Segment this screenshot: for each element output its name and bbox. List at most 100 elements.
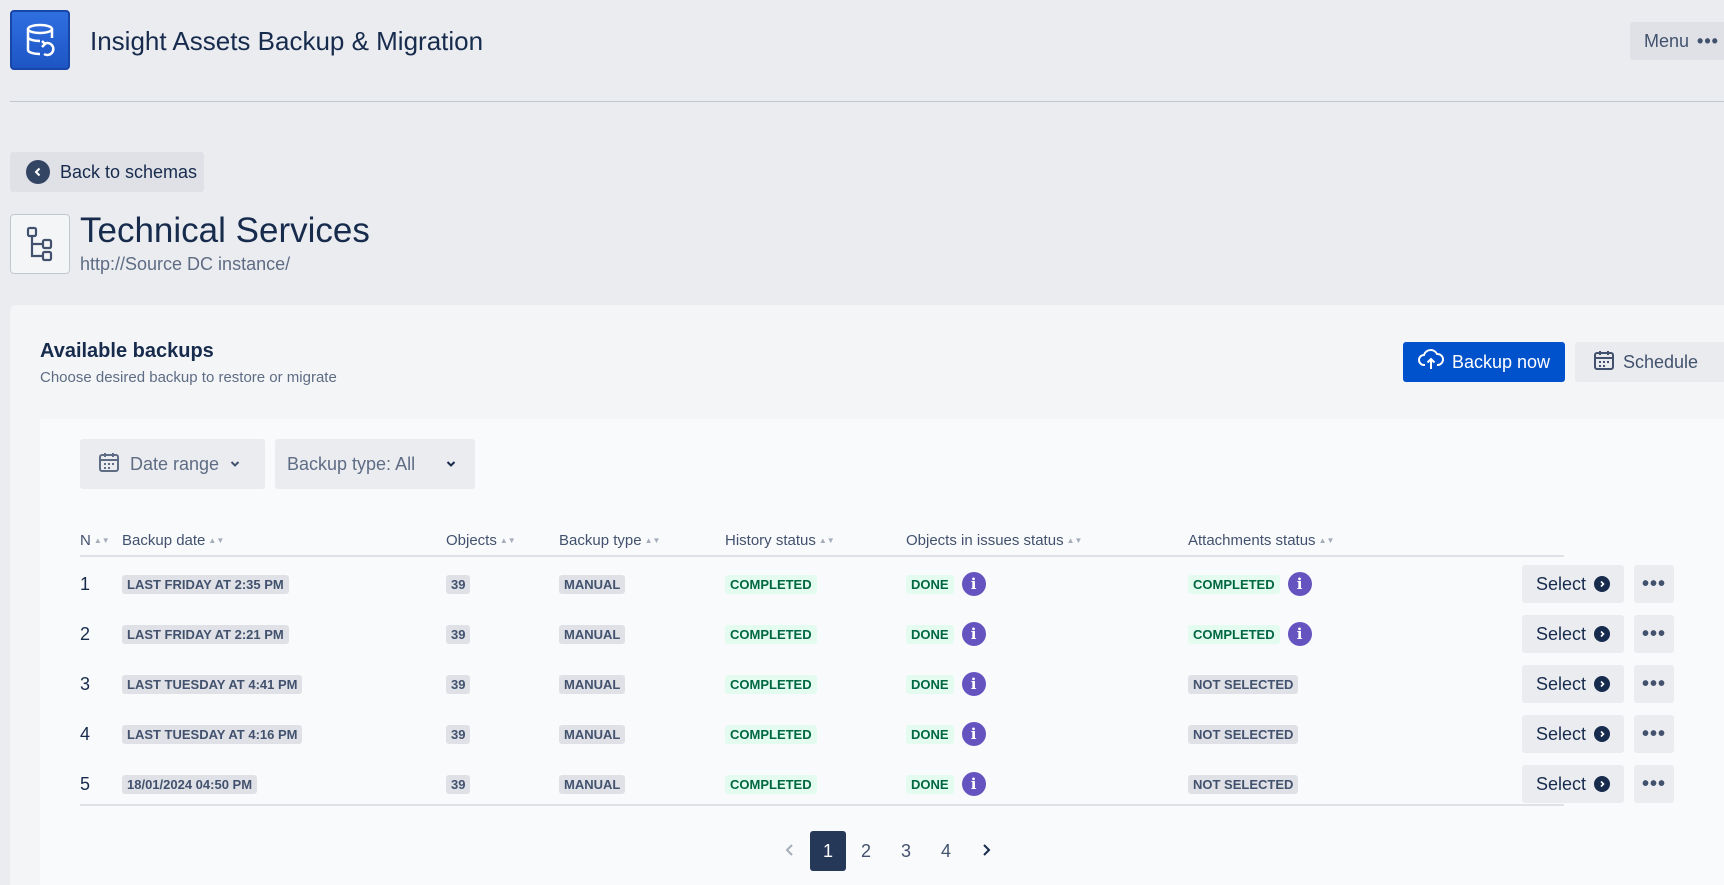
backup-date-lozenge: LAST FRIDAY AT 2:21 PM [122,624,289,644]
menu-button[interactable]: Menu ••• [1630,22,1724,60]
info-icon[interactable]: i [961,672,986,696]
backup-type-select[interactable]: Backup type: All [275,439,475,489]
pagination-next-button[interactable] [966,831,1006,871]
objects-count-lozenge: 39 [446,724,471,744]
more-icon: ••• [1641,672,1666,695]
info-icon[interactable]: i [961,722,986,746]
column-header-backup-type[interactable]: Backup type ▲▼ [559,532,660,549]
issues-status-lozenge: DONE [906,624,954,644]
backup-date-lozenge: LAST FRIDAY AT 2:35 PM [122,574,289,594]
pagination-page-3[interactable]: 3 [886,831,926,871]
backup-now-label: Backup now [1451,351,1551,372]
column-header-objects[interactable]: Objects ▲▼ [446,532,516,549]
backups-table-card: Date range Backup type: All N ▲▼ Backup d… [40,419,1724,885]
attachments-status-lozenge: COMPLETED [1188,574,1280,594]
select-label: Select [1535,723,1587,744]
app-title: Insight Assets Backup & Migration [90,26,484,56]
select-button[interactable]: Select [1522,715,1624,753]
schedule-label: Schedule [1623,351,1699,372]
select-button[interactable]: Select [1522,565,1624,603]
info-icon[interactable]: i [961,622,986,646]
backup-now-button[interactable]: Backup now [1403,342,1565,382]
backup-type-label: Backup type: All [287,453,416,474]
attachments-status-lozenge: NOT SELECTED [1188,724,1299,744]
chevron-down-icon [229,454,241,475]
more-icon: ••• [1641,722,1666,745]
more-actions-button[interactable]: ••• [1634,665,1674,703]
back-to-schemas-button[interactable]: Back to schemas [10,152,204,192]
row-number: 2 [80,623,91,644]
more-actions-button[interactable]: ••• [1634,765,1674,803]
pagination-page-2[interactable]: 2 [846,831,886,871]
column-header-attachments-status[interactable]: Attachments status ▲▼ [1188,532,1334,549]
select-button[interactable]: Select [1522,665,1624,703]
chevron-left-icon [784,841,796,862]
more-icon: ••• [1641,572,1666,595]
table-row: 1 LAST FRIDAY AT 2:35 PM 39 MANUAL COMPL… [40,559,1724,609]
column-header-objects-in-issues-status[interactable]: Objects in issues status ▲▼ [906,532,1082,549]
select-label: Select [1535,773,1587,794]
more-actions-button[interactable]: ••• [1634,715,1674,753]
row-number: 5 [80,773,91,794]
more-icon: ••• [1697,30,1719,51]
select-label: Select [1535,573,1587,594]
issues-status-lozenge: DONE [906,724,954,744]
info-icon[interactable]: i [961,572,986,596]
history-status-lozenge: COMPLETED [725,724,817,744]
hierarchy-icon [10,214,70,274]
table-row: 2 LAST FRIDAY AT 2:21 PM 39 MANUAL COMPL… [40,609,1724,659]
sort-icon: ▲▼ [1066,535,1083,545]
date-range-filter[interactable]: Date range [80,439,265,489]
more-icon: ••• [1641,622,1666,645]
calendar-icon [1593,349,1615,376]
cloud-upload-icon [1418,348,1444,376]
history-status-lozenge: COMPLETED [725,624,817,644]
schema-url: http://Source DC instance/ [80,254,291,274]
sort-icon: ▲▼ [208,535,225,545]
column-header-backup-date[interactable]: Backup date ▲▼ [122,532,224,549]
sort-icon: ▲▼ [644,535,661,545]
info-icon[interactable]: i [1287,622,1312,646]
info-icon[interactable]: i [1287,572,1312,596]
select-button[interactable]: Select [1522,765,1624,803]
sort-icon: ▲▼ [818,535,835,545]
backup-type-lozenge: MANUAL [559,674,626,694]
pagination-page-4[interactable]: 4 [926,831,966,871]
more-actions-button[interactable]: ••• [1634,565,1674,603]
select-button[interactable]: Select [1522,615,1624,653]
menu-label: Menu [1644,30,1690,51]
page-title: Technical Services [80,211,370,250]
table-row: 3 LAST TUESDAY AT 4:41 PM 39 MANUAL COMP… [40,659,1724,709]
sort-icon: ▲▼ [93,535,110,545]
info-icon[interactable]: i [961,772,986,796]
chevron-right-icon [1594,776,1611,792]
more-actions-button[interactable]: ••• [1634,615,1674,653]
row-number: 3 [80,673,91,694]
chevron-down-icon [445,454,457,475]
chevron-right-icon [1594,626,1611,642]
section-subtitle: Choose desired backup to restore or migr… [40,369,337,386]
row-number: 4 [80,723,91,744]
chevron-right-icon [1594,726,1611,742]
issues-status-lozenge: DONE [906,574,954,594]
section-title: Available backups [40,340,214,362]
select-label: Select [1535,623,1587,644]
attachments-status-lozenge: COMPLETED [1188,624,1280,644]
table-row: 5 18/01/2024 04:50 PM 39 MANUAL COMPLETE… [40,759,1724,809]
column-header-history-status[interactable]: History status ▲▼ [725,532,835,549]
table-row: 4 LAST TUESDAY AT 4:16 PM 39 MANUAL COMP… [40,709,1724,759]
pagination: 1 2 3 4 [770,831,1006,871]
issues-status-lozenge: DONE [906,774,954,794]
column-header-n[interactable]: N ▲▼ [80,532,110,549]
table-header-divider [80,555,1564,557]
back-label: Back to schemas [60,161,198,182]
backup-date-lozenge: LAST TUESDAY AT 4:41 PM [122,674,303,694]
pagination-prev-button[interactable] [770,831,810,871]
backup-type-lozenge: MANUAL [559,624,626,644]
row-number: 1 [80,573,91,594]
chevron-right-icon [980,841,992,862]
chevron-right-icon [1594,576,1611,592]
pagination-page-1[interactable]: 1 [810,831,846,871]
schedule-button[interactable]: Schedule [1575,342,1724,382]
more-icon: ••• [1641,772,1666,795]
